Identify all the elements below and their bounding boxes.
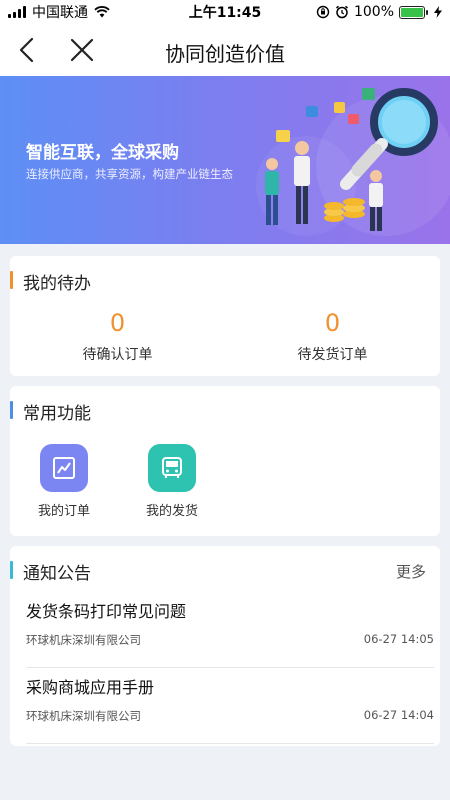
banner-illustration [256,88,450,236]
status-bar: 中国联通 上午11:45 100% [0,0,450,24]
section-accent [10,401,13,419]
battery-percent: 100% [353,4,394,20]
functions-title: 常用功能 [23,404,91,424]
notice-company: 环球机床深圳有限公司 [26,709,141,723]
todo-count: 0 [324,309,341,337]
notice-title: 发货条码打印常见问题 [26,602,187,621]
notice-company: 环球机床深圳有限公司 [26,633,141,647]
section-accent [10,561,13,579]
notice-item[interactable]: 发货条码打印常见问题 环球机床深圳有限公司 06-27 14:05 [26,590,434,668]
functions-card: 常用功能 我的订单 我的发货 [10,386,440,536]
orientation-lock-icon [316,5,330,19]
chevron-left-icon[interactable] [14,36,42,64]
banner-subtitle: 连接供应商，共享资源，构建产业链生态 [26,167,233,181]
function-label: 我的订单 [37,504,90,519]
signal-icon [8,6,26,18]
todo-card: 我的待办 0 待确认订单 0 待发货订单 [10,256,440,376]
todo-item-pending-confirm[interactable]: 0 待确认订单 [10,308,225,364]
todo-count: 0 [109,309,126,337]
section-accent [10,271,13,289]
charging-icon [434,6,442,18]
chart-icon [40,444,88,492]
notice-item[interactable]: 采购商城应用手册 环球机床深圳有限公司 06-27 14:04 [26,666,434,744]
wifi-icon [94,6,110,18]
notices-title: 通知公告 [23,564,91,584]
notice-title: 采购商城应用手册 [26,678,155,697]
close-icon[interactable] [68,36,96,64]
alarm-icon [335,5,348,19]
banner-title: 智能互联，全球采购 [26,143,179,163]
battery-icon [399,5,428,19]
todo-label: 待确认订单 [82,347,153,363]
more-link[interactable]: 更多 [396,561,426,582]
notice-time: 06-27 14:04 [363,708,434,722]
function-label: 我的发货 [145,504,198,519]
nav-bar: 协同创造价值 [0,24,450,76]
status-time: 上午11:45 [188,5,262,21]
todo-label: 待发货订单 [297,347,368,363]
carrier-label: 中国联通 [32,5,88,21]
my-shipments-button[interactable]: 我的发货 [132,444,212,519]
notice-time: 06-27 14:05 [363,632,434,646]
todo-item-pending-ship[interactable]: 0 待发货订单 [225,308,440,364]
promo-banner[interactable]: 智能互联，全球采购 连接供应商，共享资源，构建产业链生态 [0,76,450,244]
my-orders-button[interactable]: 我的订单 [24,444,104,519]
bus-icon [148,444,196,492]
todo-title: 我的待办 [23,274,91,294]
notices-card: 通知公告 更多 发货条码打印常见问题 环球机床深圳有限公司 06-27 14:0… [10,546,440,746]
